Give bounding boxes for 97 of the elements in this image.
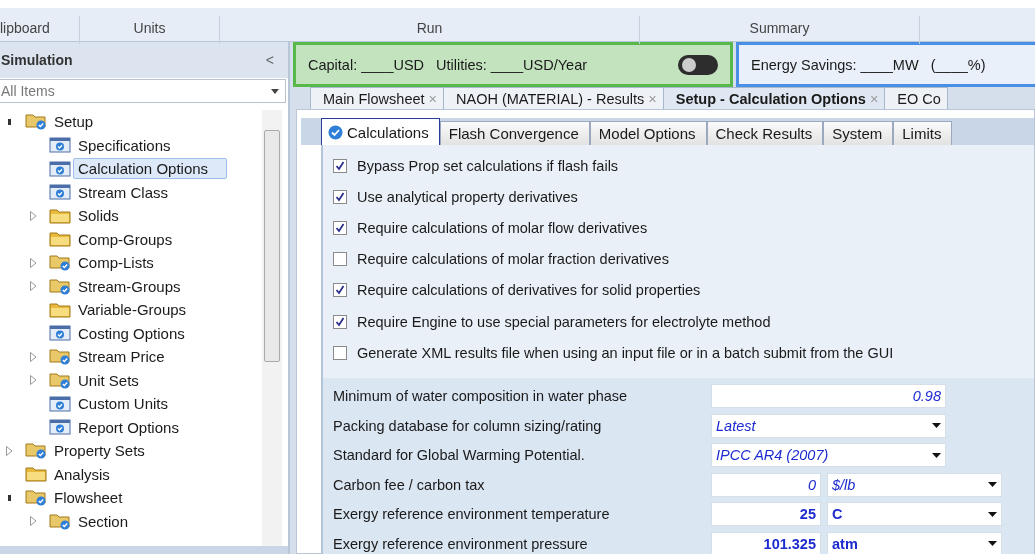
- number-field[interactable]: 101.325: [711, 531, 821, 554]
- expand-icon[interactable]: [30, 516, 37, 527]
- tree-item[interactable]: Comp-Lists: [73, 252, 159, 274]
- expand-icon[interactable]: [30, 257, 37, 268]
- field-label: Minimum of water composition in water phase: [333, 388, 629, 405]
- folder-check-icon: [25, 113, 47, 131]
- tree-item[interactable]: Stream-Groups: [73, 275, 186, 297]
- tree-item[interactable]: Analysis: [49, 463, 115, 485]
- document-tab[interactable]: EO Co: [884, 87, 948, 109]
- utilities-label: Utilities: ____USD/Year: [436, 56, 589, 73]
- checkbox-label: Require calculations of molar fraction derivatives: [357, 251, 669, 268]
- document-tab[interactable]: NAOH (MATERIAL) - Results ×: [443, 87, 664, 109]
- checkbox-label: Bypass Prop set calculations if flash fails: [357, 157, 619, 174]
- form-check-icon: [49, 184, 71, 201]
- tree-item[interactable]: Stream Class: [73, 181, 174, 203]
- unit-dropdown[interactable]: $/lb: [827, 472, 1002, 497]
- number-field[interactable]: 0.98: [711, 384, 946, 409]
- tab[interactable]: Check Results: [706, 121, 824, 145]
- document-tab[interactable]: Setup - Calculation Options ×: [662, 87, 886, 109]
- dropdown-arrow-icon: [988, 482, 997, 488]
- tab[interactable]: Model Options: [589, 121, 707, 145]
- filter-dropdown[interactable]: All Items: [0, 79, 286, 103]
- checkbox[interactable]: [333, 189, 347, 204]
- checkbox[interactable]: [333, 158, 347, 173]
- scrollbar[interactable]: [262, 110, 282, 546]
- number-field[interactable]: 25: [711, 502, 821, 527]
- dropdown-arrow-icon: [932, 452, 941, 458]
- collapse-button[interactable]: <: [261, 52, 278, 68]
- dropdown-arrow-icon: [988, 541, 997, 547]
- tree-item[interactable]: Custom Units: [73, 393, 174, 415]
- check-circle-icon: [328, 124, 343, 140]
- tree-item[interactable]: Comp-Groups: [73, 228, 178, 250]
- form-check-icon: [49, 325, 71, 342]
- dropdown-field[interactable]: IPCC AR4 (2007): [711, 443, 946, 468]
- field-label: Standard for Global Warming Potential.: [333, 447, 586, 464]
- checkbox-label: Generate XML results file when using an input file or in a batch submit from the GUI: [357, 344, 894, 361]
- checkbox[interactable]: [333, 314, 347, 329]
- form-check-icon: [49, 137, 71, 154]
- tree-item[interactable]: Calculation Options: [73, 158, 228, 180]
- tree-item[interactable]: Unit Sets: [73, 369, 144, 391]
- tab[interactable]: Flash Convergence: [439, 121, 590, 145]
- folder-check-icon: [49, 348, 71, 366]
- expand-icon[interactable]: [30, 375, 37, 386]
- dropdown-arrow-icon: [271, 88, 279, 94]
- energy-savings-label: Energy Savings: ____MW (____%): [751, 56, 986, 73]
- dropdown-field[interactable]: Latest: [711, 413, 946, 438]
- checkbox-label: Require calculations of derivatives for solid properties: [357, 282, 701, 299]
- folder-icon: [49, 231, 71, 248]
- checkbox-label: Use analytical property derivatives: [357, 188, 578, 205]
- tab[interactable]: Calculations: [321, 118, 440, 145]
- expand-icon[interactable]: [30, 351, 37, 362]
- tree-item[interactable]: Stream Price: [73, 346, 170, 368]
- tree-item[interactable]: Report Options: [73, 416, 184, 438]
- form-check-icon: [49, 419, 71, 436]
- folder-check-icon: [49, 512, 71, 530]
- folder-check-icon: [49, 277, 71, 295]
- form-check-icon: [49, 160, 71, 177]
- document-tab[interactable]: Main Flowsheet ×: [310, 87, 444, 109]
- number-field[interactable]: 0: [711, 472, 821, 497]
- form-check-icon: [49, 395, 71, 412]
- folder-icon: [25, 466, 47, 483]
- checkbox-label: Require Engine to use special parameters for electrolyte method: [357, 313, 771, 330]
- expand-icon[interactable]: [30, 210, 37, 221]
- expand-icon[interactable]: [6, 445, 13, 456]
- unit-dropdown[interactable]: C: [827, 502, 1002, 527]
- folder-check-icon: [49, 371, 71, 389]
- tree-item[interactable]: Variable-Groups: [73, 299, 192, 321]
- expand-icon[interactable]: [30, 281, 37, 292]
- folder-icon: [49, 301, 71, 318]
- folder-check-icon: [25, 442, 47, 460]
- checkbox[interactable]: [333, 220, 347, 235]
- tree-item[interactable]: Property Sets: [49, 440, 150, 462]
- folder-check-icon: [25, 489, 47, 507]
- folder-icon: [49, 207, 71, 224]
- checkbox[interactable]: [333, 345, 347, 360]
- checkbox[interactable]: [333, 283, 347, 298]
- capital-label: Capital: ____USD: [308, 56, 425, 73]
- field-label: Exergy reference environment pressure: [333, 535, 589, 552]
- dropdown-arrow-icon: [988, 511, 997, 517]
- tree-item[interactable]: Specifications: [73, 134, 176, 156]
- tree-item[interactable]: Section: [73, 510, 134, 532]
- field-label: Exergy reference environment temperature: [333, 506, 611, 523]
- dropdown-arrow-icon: [932, 423, 941, 429]
- unit-dropdown[interactable]: atm: [827, 531, 1002, 554]
- toggle-switch[interactable]: [678, 54, 718, 75]
- tab[interactable]: System: [823, 121, 894, 145]
- tree-item[interactable]: Solids: [73, 205, 124, 227]
- tree-item[interactable]: Costing Options: [73, 322, 190, 344]
- tree-item[interactable]: Flowsheet: [49, 487, 128, 509]
- folder-check-icon: [49, 254, 71, 272]
- tree-item[interactable]: Setup: [49, 111, 99, 133]
- field-label: Packing database for column sizing/rating: [333, 417, 603, 434]
- tab[interactable]: Limits: [893, 121, 953, 145]
- checkbox-label: Require calculations of molar flow derivatives: [357, 219, 648, 236]
- sidebar-title: Simulation: [1, 52, 73, 68]
- checkbox[interactable]: [333, 252, 347, 267]
- field-label: Carbon fee / carbon tax: [333, 476, 486, 493]
